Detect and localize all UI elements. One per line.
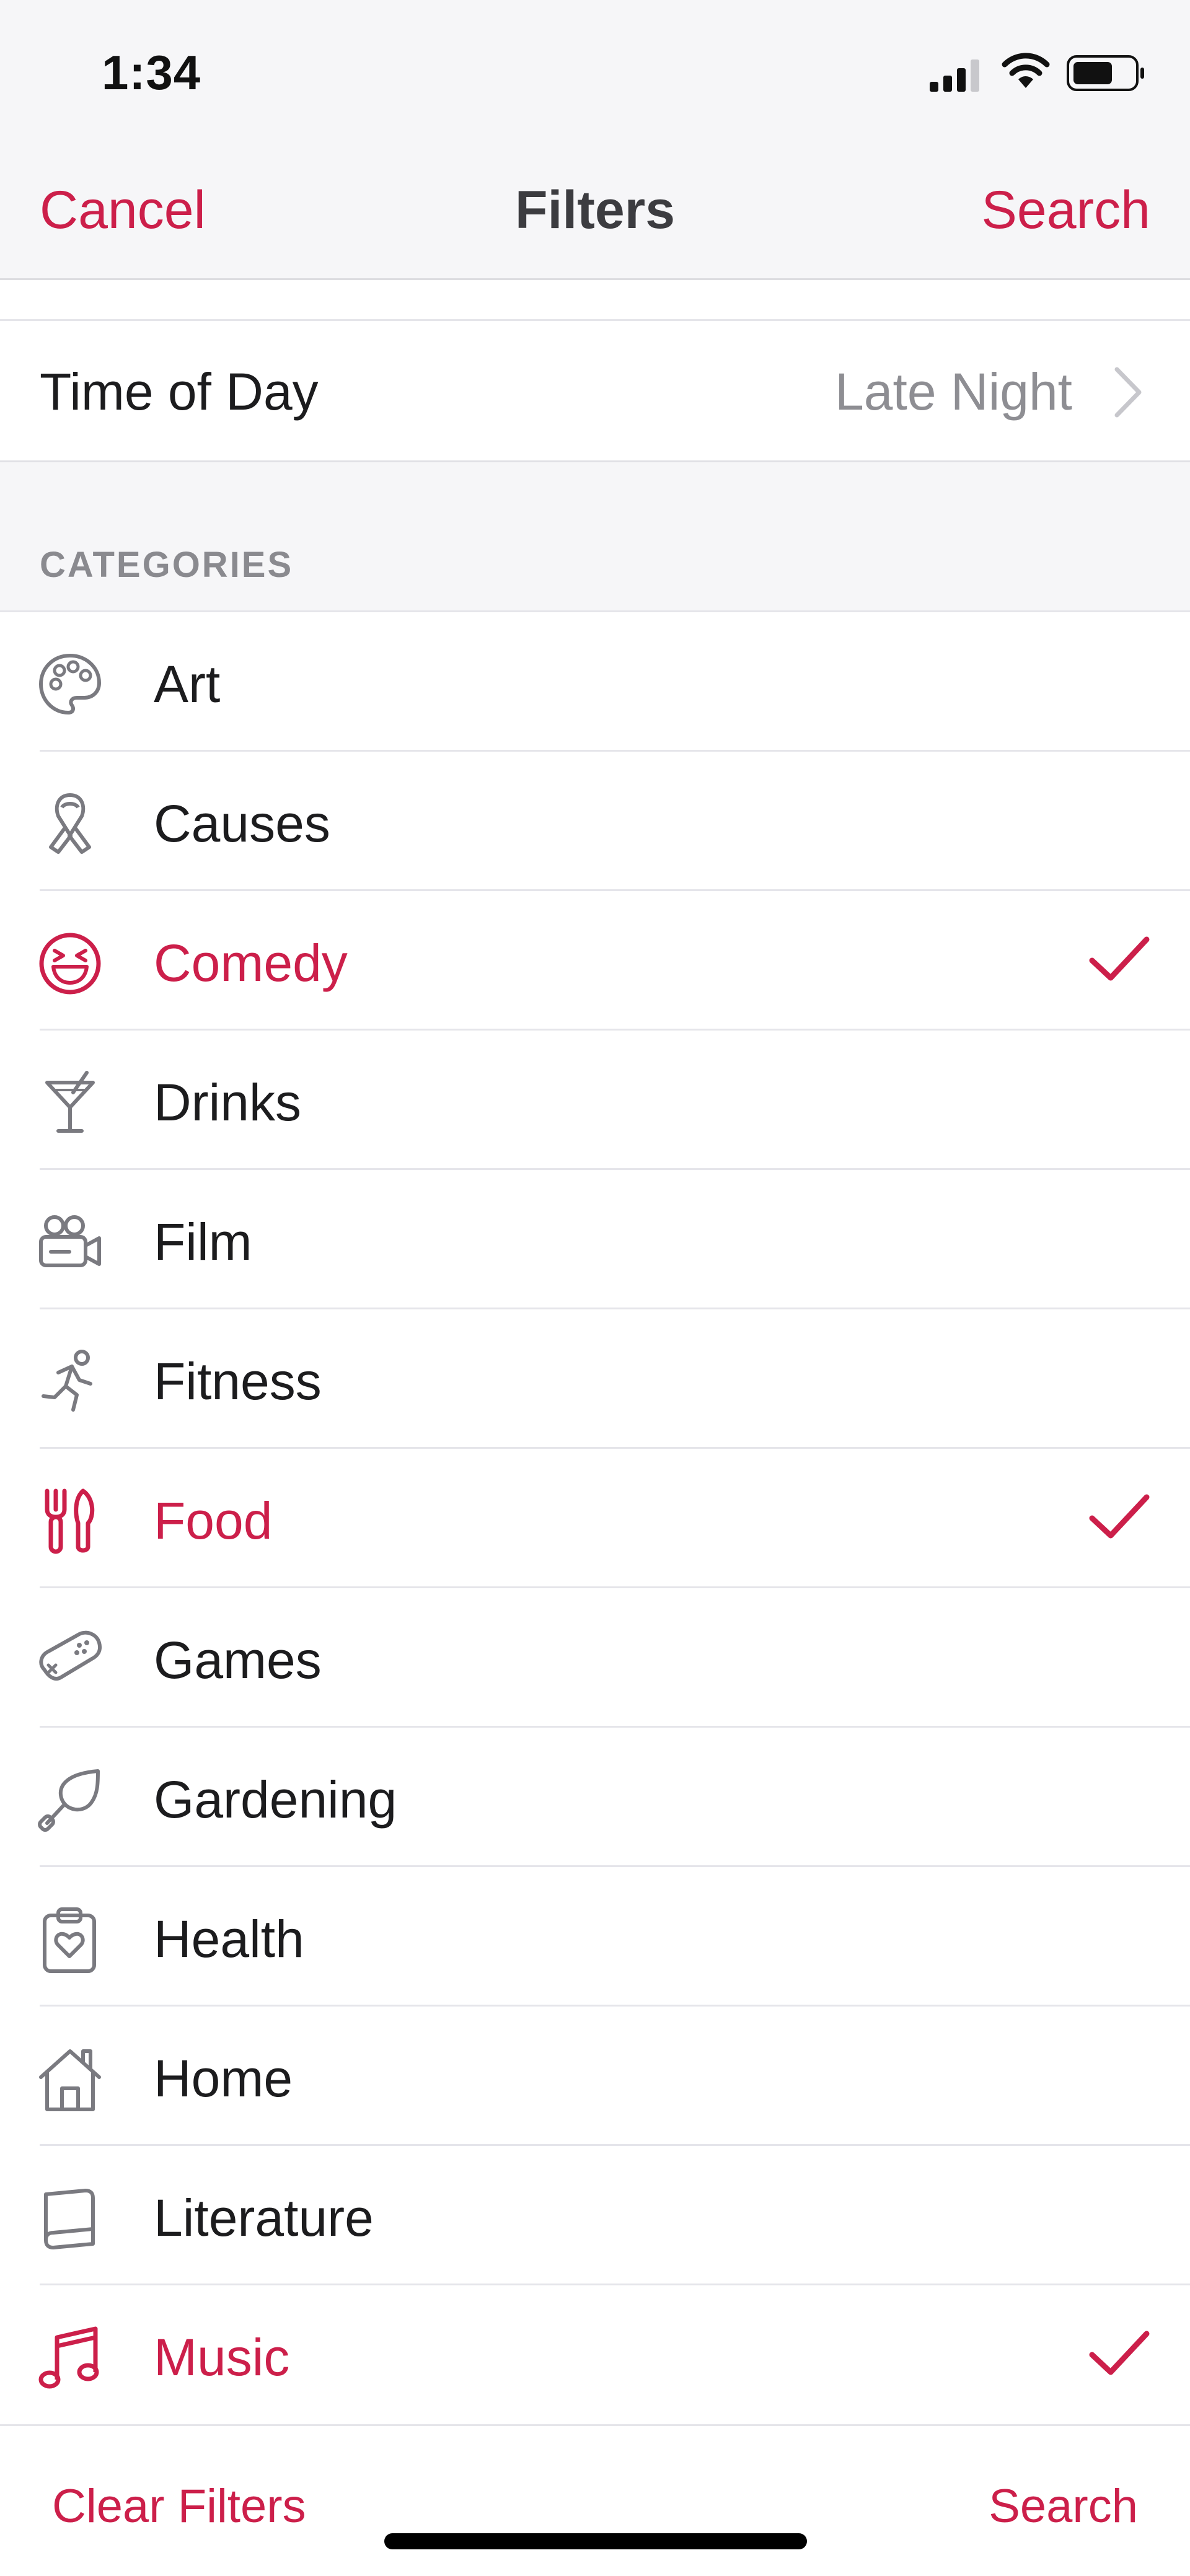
categories-section-header: CATEGORIES <box>0 462 1190 612</box>
clipboard-heart-icon <box>43 1907 96 1973</box>
category-label: Art <box>154 655 221 713</box>
house-icon <box>39 2049 101 2111</box>
category-label: Games <box>154 1631 322 1689</box>
category-label: Film <box>154 1213 252 1271</box>
category-row-film[interactable]: Film <box>0 1170 1190 1309</box>
category-row-gardening[interactable]: Gardening <box>0 1728 1190 1867</box>
battery-icon <box>1067 55 1144 91</box>
palette-icon <box>38 653 102 715</box>
clear-filters-button[interactable]: Clear Filters <box>52 2479 306 2533</box>
time-of-day-value: Late Night <box>835 363 1072 421</box>
category-row-food[interactable]: Food <box>0 1449 1190 1588</box>
cocktail-icon <box>45 1071 95 1133</box>
scrolled-row-edge <box>0 280 1190 321</box>
fork-knife-icon <box>45 1488 95 1554</box>
checkmark-icon <box>1089 936 1150 981</box>
category-label: Health <box>154 1910 304 1968</box>
category-label: Food <box>154 1492 273 1550</box>
category-label: Gardening <box>154 1770 397 1829</box>
categories-list: Art Causes Comedy Drinks Film Fitness Fo… <box>0 612 1190 2425</box>
status-bar: 1:34 <box>0 0 1190 136</box>
ribbon-icon <box>49 793 91 854</box>
category-row-health[interactable]: Health <box>0 1867 1190 2007</box>
movie-camera-icon <box>39 1215 101 1267</box>
bottom-toolbar: Clear Filters Search <box>0 2424 1190 2576</box>
cellular-signal-icon <box>930 59 979 92</box>
category-row-home[interactable]: Home <box>0 2007 1190 2146</box>
category-label: Fitness <box>154 1352 322 1410</box>
search-button[interactable]: Search <box>982 180 1151 241</box>
category-label: Home <box>154 2049 293 2108</box>
wifi-icon <box>1002 53 1050 88</box>
category-label: Causes <box>154 794 330 853</box>
bottom-search-button[interactable]: Search <box>989 2479 1138 2533</box>
status-time: 1:34 <box>102 45 201 100</box>
music-note-icon <box>38 2326 99 2389</box>
chevron-right-icon <box>1114 367 1142 418</box>
time-of-day-row[interactable]: Time of Day Late Night <box>0 321 1190 462</box>
category-row-literature[interactable]: Literature <box>0 2146 1190 2285</box>
running-person-icon <box>42 1350 92 1412</box>
trowel-icon <box>38 1769 100 1832</box>
categories-header-label: CATEGORIES <box>40 545 294 585</box>
category-row-music[interactable]: Music <box>0 2285 1190 2425</box>
checkmark-icon <box>1089 1494 1150 1539</box>
category-label: Literature <box>154 2189 374 2247</box>
category-label: Music <box>154 2328 290 2386</box>
category-row-games[interactable]: Games <box>0 1588 1190 1728</box>
time-of-day-label: Time of Day <box>40 363 319 421</box>
category-row-drinks[interactable]: Drinks <box>0 1031 1190 1170</box>
category-row-fitness[interactable]: Fitness <box>0 1309 1190 1449</box>
category-label: Drinks <box>154 1073 302 1132</box>
navigation-bar: Cancel Filters Search <box>0 136 1190 280</box>
category-row-comedy[interactable]: Comedy <box>0 891 1190 1031</box>
home-indicator[interactable] <box>384 2533 807 2549</box>
category-row-causes[interactable]: Causes <box>0 752 1190 891</box>
book-icon <box>44 2189 95 2249</box>
category-row-art[interactable]: Art <box>0 612 1190 752</box>
checkmark-icon <box>1089 2331 1150 2375</box>
laughing-face-icon <box>39 933 101 995</box>
category-label: Comedy <box>154 934 348 992</box>
game-controller-icon <box>39 1630 102 1681</box>
